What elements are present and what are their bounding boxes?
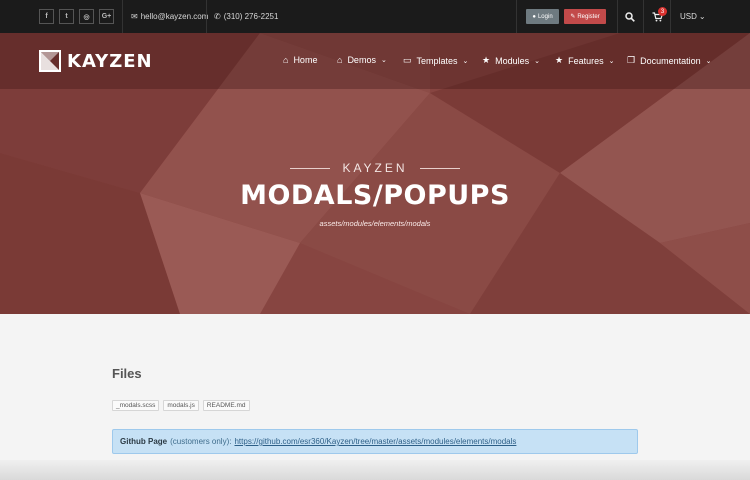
page-bottom-edge	[0, 460, 750, 480]
phone-link[interactable]: ✆ (310) 276-2251	[214, 12, 278, 21]
register-button[interactable]: ✎ Register	[564, 9, 606, 24]
page-title: MODALS/POPUPS	[240, 180, 510, 211]
instagram-icon[interactable]: ◎	[79, 9, 94, 24]
nav-label: Home	[293, 55, 318, 65]
cart-button[interactable]: 3	[644, 0, 670, 33]
email-link[interactable]: ✉ hello@kayzen.com	[131, 12, 208, 21]
search-button[interactable]	[617, 0, 643, 33]
kicker-line	[419, 167, 460, 169]
chevron-down-icon: ⌄	[705, 57, 712, 65]
copy-icon: ❐	[627, 55, 636, 65]
github-note: (customers only):	[170, 437, 232, 446]
file-chip[interactable]: modals.js	[163, 400, 199, 411]
hero-banner: KAYZEN ⌂ Home ⌂ Demos ⌄ ▭ Templates ⌄ ★ …	[0, 33, 750, 314]
nav-item-home[interactable]: ⌂ Home	[283, 55, 317, 65]
divider	[670, 0, 671, 33]
divider	[206, 0, 207, 33]
login-button[interactable]: ● Login	[526, 9, 559, 24]
facebook-icon[interactable]: f	[39, 9, 54, 24]
nav-label: Demos	[347, 55, 376, 65]
top-bar: f t ◎ G+ ✉ hello@kayzen.com ✆ (310) 276-…	[0, 0, 750, 33]
currency-selector[interactable]: USD ⌄	[680, 12, 706, 21]
divider	[122, 0, 123, 33]
divider	[516, 0, 517, 33]
file-list: _modals.scss modals.js README.md	[112, 400, 250, 411]
brand-name: KAYZEN	[67, 50, 153, 72]
hero-kicker: KAYZEN	[0, 161, 750, 175]
nav-item-documentation[interactable]: ❐ Documentation ⌄	[627, 55, 712, 66]
star-icon: ★	[482, 55, 491, 65]
logo-mark-icon	[39, 50, 61, 72]
nav-item-features[interactable]: ★ Features ⌄	[555, 55, 614, 66]
phone-text: (310) 276-2251	[223, 12, 279, 21]
currency-label: USD	[680, 12, 697, 21]
github-link[interactable]: https://github.com/esr360/Kayzen/tree/ma…	[234, 437, 516, 446]
home-icon: ⌂	[337, 55, 343, 65]
cart-count-badge: 3	[658, 7, 667, 16]
phone-icon: ✆	[214, 12, 221, 21]
nav-item-templates[interactable]: ▭ Templates ⌄	[403, 55, 468, 66]
user-icon: ●	[532, 13, 536, 20]
chevron-down-icon: ⌄	[698, 12, 706, 21]
twitter-icon[interactable]: t	[59, 9, 74, 24]
file-chip[interactable]: _modals.scss	[112, 400, 160, 411]
nav-item-modules[interactable]: ★ Modules ⌄	[482, 55, 540, 66]
nav-item-demos[interactable]: ⌂ Demos ⌄	[337, 55, 387, 65]
github-label: Github Page	[120, 437, 168, 446]
star-icon: ★	[555, 55, 564, 65]
kicker-line	[290, 167, 331, 169]
brand-logo[interactable]: KAYZEN	[39, 50, 153, 72]
chevron-down-icon: ⌄	[380, 57, 387, 64]
envelope-icon: ✉	[131, 12, 138, 21]
search-icon	[625, 11, 635, 22]
email-text: hello@kayzen.com	[140, 12, 209, 21]
kicker-text: KAYZEN	[342, 161, 408, 175]
google-plus-icon[interactable]: G+	[99, 9, 114, 24]
file-chip[interactable]: README.md	[202, 400, 250, 411]
nav-label: Templates	[416, 55, 458, 66]
register-label: Register	[577, 13, 600, 20]
module-path: assets/modules/elements/modals	[319, 219, 431, 228]
nav-label: Documentation	[640, 55, 701, 66]
edit-icon: ✎	[570, 14, 576, 20]
nav-label: Features	[568, 55, 604, 66]
monitor-icon: ▭	[403, 55, 412, 65]
home-icon: ⌂	[283, 55, 289, 65]
chevron-down-icon: ⌄	[534, 57, 540, 65]
files-heading: Files	[112, 366, 142, 381]
github-info-box: Github Page (customers only): https://gi…	[112, 429, 638, 454]
nav-label: Modules	[495, 55, 530, 66]
chevron-down-icon: ⌄	[608, 57, 615, 65]
login-label: Login	[537, 13, 553, 20]
chevron-down-icon: ⌄	[462, 57, 469, 65]
